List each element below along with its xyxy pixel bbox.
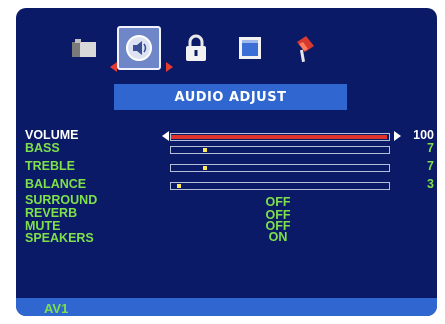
surround-value[interactable]: OFF xyxy=(248,196,308,209)
balance-label: BALANCE xyxy=(25,177,87,191)
speakers-label: SPEAKERS xyxy=(25,231,94,245)
bass-label: BASS xyxy=(25,141,60,155)
volume-slider[interactable] xyxy=(170,133,390,141)
treble-knob xyxy=(203,166,207,170)
balance-slider[interactable] xyxy=(170,182,390,190)
decrease-arrow-icon[interactable] xyxy=(162,131,169,141)
volume-fill xyxy=(171,135,387,139)
speakers-value[interactable]: ON xyxy=(248,231,308,244)
osd-menu: AUDIO ADJUST VOLUME 100 BASS 7 TREBLE 7 … xyxy=(16,8,437,316)
balance-value: 3 xyxy=(427,177,434,191)
treble-label: TREBLE xyxy=(25,159,75,173)
bass-knob xyxy=(203,148,207,152)
settings-list: VOLUME 100 BASS 7 TREBLE 7 BALANCE 3 SUR… xyxy=(16,8,437,316)
volume-value: 100 xyxy=(413,128,434,142)
bass-slider[interactable] xyxy=(170,146,390,154)
balance-knob xyxy=(177,184,181,188)
treble-value: 7 xyxy=(427,159,434,173)
treble-slider[interactable] xyxy=(170,164,390,172)
input-source-label: AV1 xyxy=(44,301,69,316)
bass-value: 7 xyxy=(427,141,434,155)
status-bar: AV1 xyxy=(16,298,437,316)
